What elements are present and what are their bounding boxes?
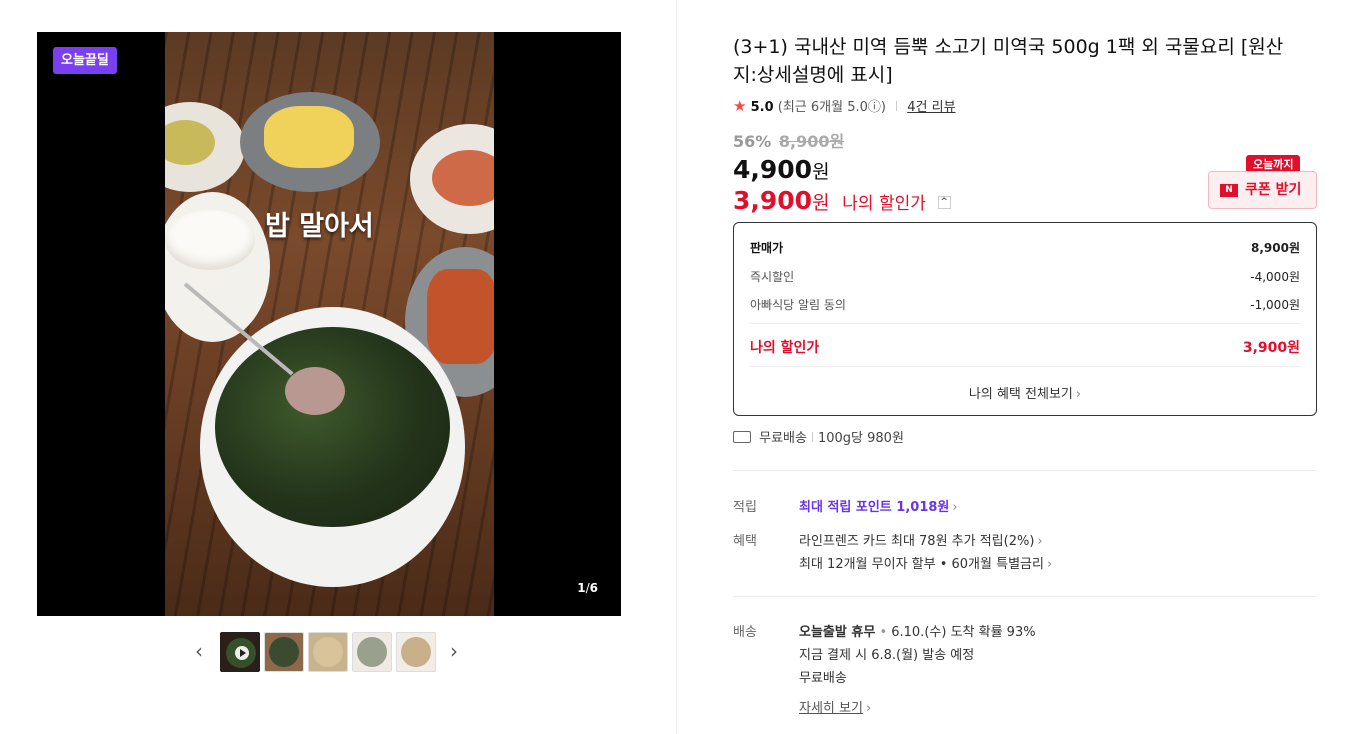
points-link[interactable]: 최대 적립 포인트 1,018원 ›	[799, 496, 958, 515]
sale-price: 4,900원	[733, 155, 830, 184]
image-caption: 밥 말아서	[265, 211, 374, 242]
delivery-fee: 무료배송	[799, 671, 847, 686]
truck-icon	[733, 431, 751, 443]
get-coupon-button[interactable]: N 쿠폰 받기	[1208, 171, 1317, 209]
divider	[750, 366, 1300, 367]
breakdown-row: 즉시할인 -4,000원	[750, 270, 1300, 284]
thumbnail-5[interactable]	[396, 632, 436, 672]
chevron-right-icon: ›	[1046, 557, 1053, 572]
discount-rate: 56%	[733, 132, 772, 151]
thumbnail-1[interactable]	[220, 632, 260, 672]
image-counter: 1/6	[577, 581, 598, 595]
seaweed-soup	[215, 327, 450, 527]
rating-score: 5.0	[750, 100, 774, 115]
rice-bowl	[165, 192, 270, 342]
side-dish	[165, 102, 245, 192]
breakdown-row: 판매가 8,900원	[750, 241, 1300, 255]
star-icon: ★	[733, 97, 747, 115]
product-photo: 밥 말아서	[165, 32, 494, 616]
product-image-viewer[interactable]: 밥 말아서 오늘끝딜 1/6	[37, 32, 621, 616]
divider	[733, 470, 1317, 471]
price-breakdown-box: 판매가 8,900원 즉시할인 -4,000원 아빠식당 알림 동의 -1,000원 …	[733, 222, 1317, 416]
rating-row: ★ 5.0 (최근 6개월 5.0ⓘ) 4건 리뷰	[733, 96, 956, 115]
chevron-left-icon[interactable]: ‹	[195, 640, 203, 662]
product-title: (3+1) 국내산 미역 듬뿍 소고기 미역국 500g 1팩 외 국물요리 […	[733, 36, 1284, 86]
chevron-right-icon: ›	[865, 701, 872, 716]
chevron-up-icon[interactable]: ^	[937, 195, 951, 209]
all-benefits-link[interactable]: 나의 혜택 전체보기 ›	[734, 383, 1316, 402]
egg-roll-dish	[240, 92, 380, 192]
chevron-right-icon: ›	[1075, 387, 1082, 402]
ship-note: 지금 결제 시 6.8.(월) 발송 예정	[799, 648, 975, 663]
chevron-right-icon[interactable]: ›	[450, 640, 458, 662]
thumbnail-strip: ‹ ›	[195, 632, 465, 672]
deal-badge: 오늘끝딜	[53, 47, 117, 74]
benefits-label: 혜택	[733, 534, 757, 549]
side-dish	[410, 124, 494, 234]
divider	[733, 596, 1317, 597]
column-divider	[676, 0, 677, 734]
review-count-link[interactable]: 4건 리뷰	[907, 100, 955, 115]
naver-icon: N	[1220, 184, 1238, 197]
play-icon	[235, 646, 249, 660]
delivery-label: 배송	[733, 625, 757, 640]
breakdown-my-price: 나의 할인가 3,900원	[750, 340, 1300, 356]
installment-link[interactable]: 최대 12개월 무이자 할부 • 60개월 특별금리 ›	[799, 553, 1052, 572]
thumbnail-2[interactable]	[264, 632, 304, 672]
chevron-right-icon: ›	[1037, 534, 1043, 549]
spoon-head	[285, 367, 345, 415]
my-price-label: 나의 할인가	[842, 194, 926, 214]
thumbnail-4[interactable]	[352, 632, 392, 672]
original-price: 8,900원	[778, 132, 845, 151]
chevron-right-icon: ›	[952, 500, 958, 515]
rating-recent: (최근 6개월 5.0ⓘ)	[777, 100, 886, 115]
thumbnail-3[interactable]	[308, 632, 348, 672]
card-benefit-link[interactable]: 라인프렌즈 카드 최대 78원 추가 적립(2%) ›	[799, 530, 1043, 549]
delivery-status: 오늘출발 휴무 • 6.10.(수) 도착 확률 93%	[799, 625, 1036, 640]
points-label: 적립	[733, 500, 757, 515]
discount-row: 56% 8,900원	[733, 128, 844, 152]
shipping-summary: 무료배송 100g당 980원	[733, 427, 904, 446]
my-discount-price: 3,900원 나의 할인가 ^	[733, 186, 951, 215]
delivery-details-link[interactable]: 자세히 보기 ›	[799, 697, 871, 716]
breakdown-row: 아빠식당 알림 동의 -1,000원	[750, 298, 1300, 312]
divider	[750, 323, 1300, 324]
